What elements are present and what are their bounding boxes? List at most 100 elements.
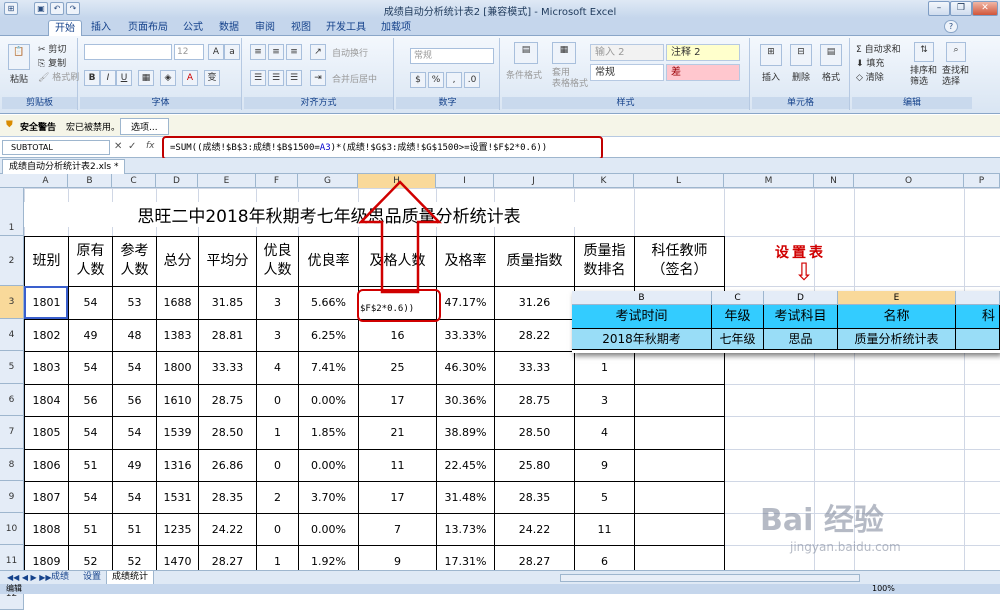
table-cell[interactable]: 25.80 [495, 450, 574, 481]
row-header-9[interactable]: 9 [0, 481, 24, 513]
align-top-icon[interactable]: ≡ [250, 44, 266, 60]
table-cell[interactable]: 31.85 [199, 287, 256, 319]
align-center-icon[interactable]: ☰ [268, 70, 284, 86]
workbook-tab[interactable]: 成绩自动分析统计表2.xls * [2, 159, 126, 174]
increase-decimal-icon[interactable]: .0 [464, 72, 480, 88]
table-cell[interactable]: 51 [69, 514, 112, 545]
table-cell[interactable]: 30.36% [437, 385, 494, 416]
table-format-icon[interactable]: ▦ [552, 42, 576, 64]
column-header-a[interactable]: A [24, 174, 68, 188]
table-cell[interactable]: 17.31% [437, 546, 494, 570]
table-cell[interactable]: 1806 [25, 450, 68, 481]
copy-button[interactable]: ⎘ 复制 [38, 56, 66, 69]
name-box[interactable]: SUBTOTAL [2, 140, 110, 155]
table-cell[interactable]: 54 [69, 352, 112, 384]
sort-filter-button[interactable]: 排序和 筛选 [910, 66, 937, 88]
table-cell[interactable]: 56 [69, 385, 112, 416]
table-cell[interactable]: 49 [113, 450, 156, 481]
table-cell[interactable]: 21 [359, 417, 436, 449]
setting-value-cell[interactable]: 思品 [764, 329, 838, 350]
row-header-7[interactable]: 7 [0, 416, 24, 449]
table-cell[interactable]: 28.81 [199, 320, 256, 351]
close-icon[interactable]: ✕ [972, 1, 998, 16]
table-cell[interactable]: 0 [257, 450, 298, 481]
table-cell[interactable]: 5 [575, 482, 634, 513]
table-header-cell[interactable]: 平均分 [199, 237, 256, 285]
delete-cells-button[interactable]: 删除 [792, 70, 810, 83]
minimize-icon[interactable]: – [928, 1, 950, 16]
border-icon[interactable]: ▦ [138, 70, 154, 86]
table-cell[interactable]: 47.17% [437, 287, 494, 319]
tab-page-layout[interactable]: 页面布局 [124, 20, 172, 36]
table-cell[interactable]: 26.86 [199, 450, 256, 481]
tab-insert[interactable]: 插入 [86, 20, 116, 36]
bold-icon[interactable]: B [84, 70, 100, 86]
help-icon[interactable]: ? [944, 20, 958, 33]
number-format-select[interactable]: 常规 [410, 48, 494, 64]
row-header-8[interactable]: 8 [0, 449, 24, 481]
table-cell[interactable]: 17 [359, 482, 436, 513]
table-cell[interactable]: 6.25% [299, 320, 358, 351]
font-size-select[interactable]: 12 [174, 44, 204, 60]
orientation-icon[interactable]: ↗ [310, 44, 326, 60]
table-cell[interactable]: 1 [575, 352, 634, 384]
enter-icon[interactable]: ✓ [128, 141, 136, 152]
row-header-3[interactable]: 3 [0, 286, 24, 319]
table-cell[interactable]: 1470 [157, 546, 198, 570]
row-header-10[interactable]: 10 [0, 513, 24, 545]
row-header-6[interactable]: 6 [0, 384, 24, 416]
table-cell[interactable]: 24.22 [199, 514, 256, 545]
column-header-k[interactable]: K [574, 174, 634, 188]
table-cell[interactable]: 17 [359, 385, 436, 416]
fill-color-icon[interactable]: ◈ [160, 70, 176, 86]
currency-icon[interactable]: $ [410, 72, 426, 88]
fill-button[interactable]: ⬇ 填充 [856, 56, 884, 69]
table-header-cell[interactable]: 参考 人数 [113, 237, 156, 285]
table-cell[interactable]: 51 [69, 450, 112, 481]
setting-header-cell[interactable]: 科 [956, 305, 1000, 329]
table-cell[interactable]: 1688 [157, 287, 198, 319]
align-left-icon[interactable]: ☰ [250, 70, 266, 86]
table-cell[interactable]: 51 [113, 514, 156, 545]
sheet-tab-settings[interactable]: 设置 [78, 571, 106, 585]
format-cells-icon[interactable]: ▤ [820, 44, 842, 66]
column-header-n[interactable]: N [814, 174, 854, 188]
table-cell[interactable]: 25 [359, 352, 436, 384]
table-cell[interactable]: 1803 [25, 352, 68, 384]
table-cell[interactable]: 9 [575, 450, 634, 481]
table-cell[interactable]: 1800 [157, 352, 198, 384]
tab-home[interactable]: 开始 [48, 20, 82, 37]
clear-button[interactable]: ◇ 清除 [856, 70, 884, 83]
table-cell[interactable]: 9 [359, 546, 436, 570]
table-cell[interactable]: 22.45% [437, 450, 494, 481]
table-cell[interactable]: 54 [113, 417, 156, 449]
table-header-cell[interactable]: 总分 [157, 237, 198, 285]
underline-icon[interactable]: U [116, 70, 132, 86]
style-comment-2[interactable]: 注释 2 [666, 44, 740, 61]
table-header-cell[interactable]: 质量指数 [495, 237, 574, 285]
row-header-4[interactable]: 4 [0, 319, 24, 351]
table-format-button[interactable]: 套用 表格格式 [552, 68, 588, 90]
table-cell[interactable]: 56 [113, 385, 156, 416]
cancel-icon[interactable]: ✕ [114, 141, 122, 152]
table-cell[interactable]: 1.92% [299, 546, 358, 570]
table-cell[interactable]: 0.00% [299, 450, 358, 481]
table-cell[interactable]: 28.27 [495, 546, 574, 570]
table-cell[interactable]: 3 [257, 320, 298, 351]
table-cell[interactable]: 0.00% [299, 514, 358, 545]
table-header-cell[interactable]: 质量指 数排名 [575, 237, 634, 285]
column-header-p[interactable]: P [964, 174, 1000, 188]
table-header-cell[interactable]: 优良率 [299, 237, 358, 285]
column-header-c[interactable]: C [112, 174, 156, 188]
comma-icon[interactable]: , [446, 72, 462, 88]
setting-header-cell[interactable]: 年级 [712, 305, 764, 329]
table-cell[interactable]: 53 [113, 287, 156, 319]
table-cell[interactable]: 1235 [157, 514, 198, 545]
column-header-j[interactable]: J [494, 174, 574, 188]
table-cell[interactable]: 33.33 [199, 352, 256, 384]
table-cell[interactable]: 4 [575, 417, 634, 449]
table-cell[interactable]: 52 [113, 546, 156, 570]
setting-value-cell[interactable]: 七年级 [712, 329, 764, 350]
table-cell[interactable]: 54 [69, 482, 112, 513]
table-cell[interactable]: 28.27 [199, 546, 256, 570]
